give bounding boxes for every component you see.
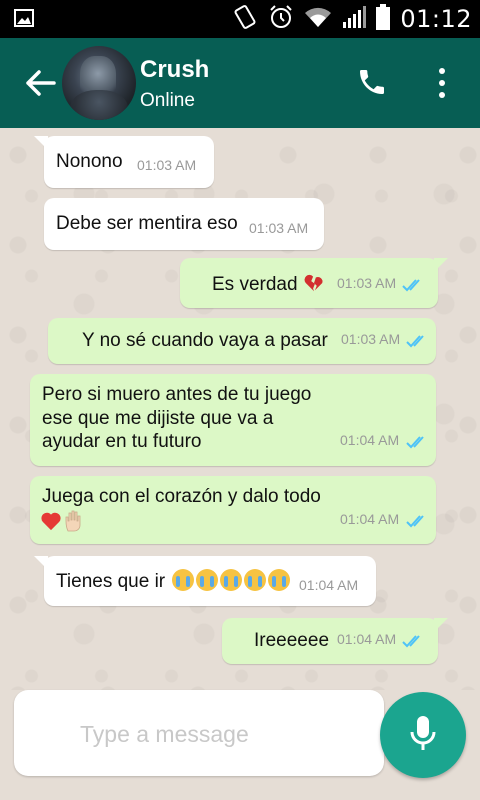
message-text: Tienes que ir (56, 569, 291, 593)
read-receipt-icon (406, 433, 428, 449)
message-time: 01:04 AM (340, 432, 400, 448)
message-outgoing[interactable]: Juega con el corazón y dalo todo 01:04 A… (30, 476, 436, 544)
message-text: Es verdad (212, 272, 325, 300)
read-receipt-icon (402, 276, 424, 292)
message-composer (14, 690, 384, 776)
red-heart-icon (40, 511, 62, 537)
contact-status: Online (140, 90, 195, 111)
message-outgoing[interactable]: Pero si muero antes de tu juego ese que … (30, 374, 436, 466)
message-text-line: Pero si muero antes de tu juego (42, 384, 312, 405)
message-time: 01:04 AM (299, 577, 359, 593)
chat-header: Crush Online (0, 38, 480, 128)
back-arrow-icon[interactable] (24, 68, 58, 98)
message-text: Juega con el corazón y dalo todo (42, 486, 321, 507)
phone-icon[interactable] (356, 66, 388, 98)
message-text: Nonono (56, 151, 123, 172)
crying-face-icon (172, 569, 195, 591)
more-options-icon[interactable] (432, 66, 452, 100)
conversation[interactable]: Nonono 01:03 AM Debe ser mentira eso 01:… (0, 128, 480, 690)
signal-icon (342, 5, 367, 34)
read-receipt-icon (402, 632, 424, 648)
contact-avatar[interactable] (62, 46, 136, 120)
crying-face-icon (268, 569, 291, 591)
vibrate-icon (232, 3, 258, 36)
contact-name[interactable]: Crush (140, 56, 209, 84)
message-incoming[interactable]: Tienes que ir 01:04 AM (34, 556, 376, 606)
message-text-line: ese que me dijiste que va a (42, 408, 274, 429)
alarm-icon (268, 4, 294, 35)
read-receipt-icon (406, 332, 428, 348)
crying-face-icon (220, 569, 243, 591)
microphone-icon (408, 714, 438, 757)
message-text-line: ayudar en tu futuro (42, 431, 202, 452)
read-receipt-icon (406, 512, 428, 528)
broken-heart-icon (303, 272, 325, 300)
message-text-content: Es verdad (212, 274, 298, 295)
message-outgoing[interactable]: Es verdad 01:03 AM (180, 258, 448, 308)
raised-hand-icon (64, 509, 84, 539)
wifi-icon (304, 6, 332, 33)
message-time: 01:03 AM (341, 331, 401, 347)
message-input[interactable] (80, 716, 370, 752)
clock: 01:12 (400, 5, 472, 33)
status-bar: 01:12 (0, 0, 480, 38)
message-incoming[interactable]: Nonono 01:03 AM (34, 136, 214, 188)
message-text: Debe ser mentira eso (56, 213, 238, 234)
message-time: 01:03 AM (249, 220, 309, 236)
message-time: 01:04 AM (337, 631, 397, 647)
message-incoming[interactable]: Debe ser mentira eso 01:03 AM (44, 198, 324, 250)
gallery-notification-icon (14, 9, 34, 27)
message-time: 01:03 AM (137, 157, 197, 173)
message-outgoing[interactable]: Ireeeeee 01:04 AM (222, 618, 448, 664)
message-text-content: Tienes que ir (56, 571, 166, 592)
battery-icon (376, 3, 391, 35)
message-text: Y no sé cuando vaya a pasar (82, 330, 328, 351)
message-outgoing[interactable]: Y no sé cuando vaya a pasar 01:03 AM (48, 318, 436, 364)
crying-face-icon (244, 569, 267, 591)
message-time: 01:03 AM (337, 275, 397, 291)
crying-face-icon (196, 569, 219, 591)
message-time: 01:04 AM (340, 511, 400, 527)
message-text: Ireeeeee (254, 630, 330, 651)
microphone-button[interactable] (380, 692, 466, 778)
